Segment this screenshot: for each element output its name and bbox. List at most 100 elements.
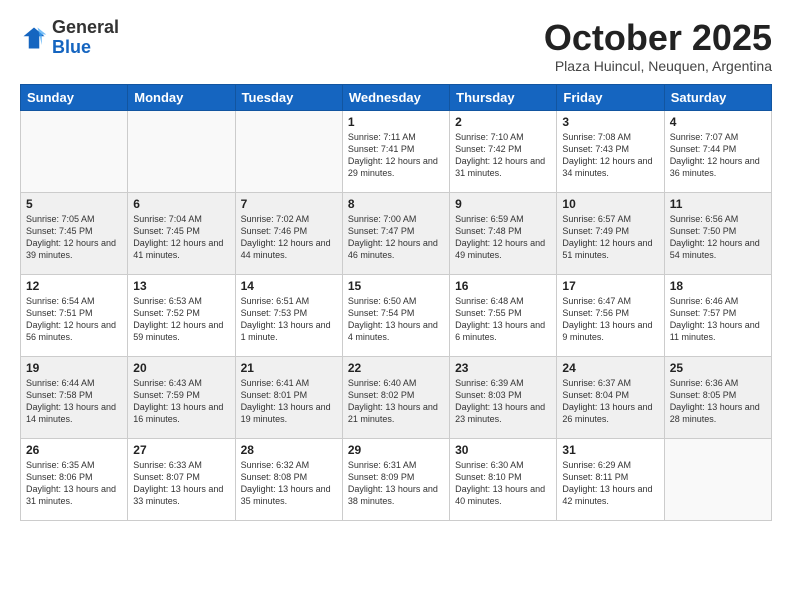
calendar-cell: 29Sunrise: 6:31 AM Sunset: 8:09 PM Dayli… (342, 438, 449, 520)
weekday-header-row: SundayMondayTuesdayWednesdayThursdayFrid… (21, 84, 772, 110)
day-number: 13 (133, 279, 229, 293)
calendar-cell: 19 Sunrise: 6:44 AM Sunset: 7:58 PM Dayli… (21, 356, 128, 438)
calendar-cell: 20 Sunrise: 6:43 AM Sunset: 7:59 PM Dayli… (128, 356, 235, 438)
calendar-cell (235, 110, 342, 192)
day-number: 5 (26, 197, 122, 211)
calendar-cell (128, 110, 235, 192)
day-info: Sunrise: 7:08 AM Sunset: 7:43 PM Dayligh… (562, 131, 658, 180)
day-info: Sunrise: 6:44 AM Sunset: 7:58 PM Dayligh… (26, 377, 122, 426)
calendar-cell: 21 Sunrise: 6:41 AM Sunset: 8:01 PM Dayli… (235, 356, 342, 438)
calendar-cell: 31 Sunrise: 6:29 AM Sunset: 8:11 PM Dayli… (557, 438, 664, 520)
day-number: 12 (26, 279, 122, 293)
day-info: Sunrise: 6:51 AM Sunset: 7:53 PM Dayligh… (241, 295, 337, 344)
calendar-cell: 11 Sunrise: 6:56 AM Sunset: 7:50 PM Dayli… (664, 192, 771, 274)
weekday-header-friday: Friday (557, 84, 664, 110)
subtitle: Plaza Huincul, Neuquen, Argentina (544, 58, 772, 74)
day-info: Sunrise: 7:04 AM Sunset: 7:45 PM Dayligh… (133, 213, 229, 262)
month-title: October 2025 (544, 18, 772, 58)
day-number: 17 (562, 279, 658, 293)
day-number: 28 (241, 443, 337, 457)
logo-general-text: General (52, 17, 119, 37)
day-info: Sunrise: 7:02 AM Sunset: 7:46 PM Dayligh… (241, 213, 337, 262)
calendar-cell: 8 Sunrise: 7:00 AM Sunset: 7:47 PM Daylig… (342, 192, 449, 274)
title-block: October 2025 Plaza Huincul, Neuquen, Arg… (544, 18, 772, 74)
day-number: 26 (26, 443, 122, 457)
weekday-header-wednesday: Wednesday (342, 84, 449, 110)
day-number: 23 (455, 361, 551, 375)
calendar-cell: 30 Sunrise: 6:30 AM Sunset: 8:10 PM Dayli… (450, 438, 557, 520)
calendar-cell (664, 438, 771, 520)
day-info: Sunrise: 6:39 AM Sunset: 8:03 PM Dayligh… (455, 377, 551, 426)
day-info: Sunrise: 6:50 AM Sunset: 7:54 PM Dayligh… (348, 295, 444, 344)
day-info: Sunrise: 6:43 AM Sunset: 7:59 PM Dayligh… (133, 377, 229, 426)
day-number: 19 (26, 361, 122, 375)
calendar-cell: 26Sunrise: 6:35 AM Sunset: 8:06 PM Dayli… (21, 438, 128, 520)
calendar-cell: 27 Sunrise: 6:33 AM Sunset: 8:07 PM Dayli… (128, 438, 235, 520)
day-info: Sunrise: 6:29 AM Sunset: 8:11 PM Dayligh… (562, 459, 658, 508)
day-info: Sunrise: 6:48 AM Sunset: 7:55 PM Dayligh… (455, 295, 551, 344)
calendar-cell: 28 Sunrise: 6:32 AM Sunset: 8:08 PM Dayli… (235, 438, 342, 520)
day-info: Sunrise: 7:00 AM Sunset: 7:47 PM Dayligh… (348, 213, 444, 262)
week-row-0: 1Sunrise: 7:11 AM Sunset: 7:41 PM Daylig… (21, 110, 772, 192)
calendar-cell: 13Sunrise: 6:53 AM Sunset: 7:52 PM Dayli… (128, 274, 235, 356)
week-row-2: 12Sunrise: 6:54 AM Sunset: 7:51 PM Dayli… (21, 274, 772, 356)
day-info: Sunrise: 6:36 AM Sunset: 8:05 PM Dayligh… (670, 377, 766, 426)
day-info: Sunrise: 6:56 AM Sunset: 7:50 PM Dayligh… (670, 213, 766, 262)
calendar-cell: 18 Sunrise: 6:46 AM Sunset: 7:57 PM Dayli… (664, 274, 771, 356)
calendar-cell: 2Sunrise: 7:10 AM Sunset: 7:42 PM Daylig… (450, 110, 557, 192)
calendar-cell: 9Sunrise: 6:59 AM Sunset: 7:48 PM Daylig… (450, 192, 557, 274)
weekday-header-thursday: Thursday (450, 84, 557, 110)
day-number: 9 (455, 197, 551, 211)
calendar-page: General Blue October 2025 Plaza Huincul,… (0, 0, 792, 612)
day-info: Sunrise: 6:47 AM Sunset: 7:56 PM Dayligh… (562, 295, 658, 344)
week-row-3: 19 Sunrise: 6:44 AM Sunset: 7:58 PM Dayli… (21, 356, 772, 438)
day-number: 18 (670, 279, 766, 293)
calendar-cell (21, 110, 128, 192)
day-number: 8 (348, 197, 444, 211)
page-header: General Blue October 2025 Plaza Huincul,… (20, 18, 772, 74)
logo-blue-text: Blue (52, 37, 91, 57)
calendar-cell: 24 Sunrise: 6:37 AM Sunset: 8:04 PM Dayli… (557, 356, 664, 438)
calendar-cell: 6 Sunrise: 7:04 AM Sunset: 7:45 PM Daylig… (128, 192, 235, 274)
day-info: Sunrise: 6:46 AM Sunset: 7:57 PM Dayligh… (670, 295, 766, 344)
weekday-header-saturday: Saturday (664, 84, 771, 110)
day-info: Sunrise: 6:30 AM Sunset: 8:10 PM Dayligh… (455, 459, 551, 508)
day-info: Sunrise: 6:31 AM Sunset: 8:09 PM Dayligh… (348, 459, 444, 508)
day-number: 16 (455, 279, 551, 293)
day-info: Sunrise: 7:10 AM Sunset: 7:42 PM Dayligh… (455, 131, 551, 180)
calendar-table: SundayMondayTuesdayWednesdayThursdayFrid… (20, 84, 772, 521)
day-number: 6 (133, 197, 229, 211)
day-number: 10 (562, 197, 658, 211)
calendar-cell: 3 Sunrise: 7:08 AM Sunset: 7:43 PM Daylig… (557, 110, 664, 192)
day-number: 20 (133, 361, 229, 375)
calendar-cell: 15 Sunrise: 6:50 AM Sunset: 7:54 PM Dayli… (342, 274, 449, 356)
day-number: 31 (562, 443, 658, 457)
day-number: 22 (348, 361, 444, 375)
day-number: 11 (670, 197, 766, 211)
day-info: Sunrise: 6:32 AM Sunset: 8:08 PM Dayligh… (241, 459, 337, 508)
day-info: Sunrise: 7:07 AM Sunset: 7:44 PM Dayligh… (670, 131, 766, 180)
calendar-cell: 22 Sunrise: 6:40 AM Sunset: 8:02 PM Dayli… (342, 356, 449, 438)
day-number: 24 (562, 361, 658, 375)
day-number: 27 (133, 443, 229, 457)
day-number: 21 (241, 361, 337, 375)
day-number: 3 (562, 115, 658, 129)
week-row-4: 26Sunrise: 6:35 AM Sunset: 8:06 PM Dayli… (21, 438, 772, 520)
day-number: 14 (241, 279, 337, 293)
day-number: 30 (455, 443, 551, 457)
logo: General Blue (20, 18, 119, 58)
day-number: 4 (670, 115, 766, 129)
day-number: 15 (348, 279, 444, 293)
day-info: Sunrise: 6:41 AM Sunset: 8:01 PM Dayligh… (241, 377, 337, 426)
calendar-cell: 12Sunrise: 6:54 AM Sunset: 7:51 PM Dayli… (21, 274, 128, 356)
day-info: Sunrise: 6:40 AM Sunset: 8:02 PM Dayligh… (348, 377, 444, 426)
day-info: Sunrise: 7:11 AM Sunset: 7:41 PM Dayligh… (348, 131, 444, 180)
calendar-cell: 1Sunrise: 7:11 AM Sunset: 7:41 PM Daylig… (342, 110, 449, 192)
day-number: 7 (241, 197, 337, 211)
calendar-cell: 16 Sunrise: 6:48 AM Sunset: 7:55 PM Dayli… (450, 274, 557, 356)
week-row-1: 5Sunrise: 7:05 AM Sunset: 7:45 PM Daylig… (21, 192, 772, 274)
calendar-cell: 7 Sunrise: 7:02 AM Sunset: 7:46 PM Daylig… (235, 192, 342, 274)
day-info: Sunrise: 6:37 AM Sunset: 8:04 PM Dayligh… (562, 377, 658, 426)
weekday-header-monday: Monday (128, 84, 235, 110)
day-info: Sunrise: 6:33 AM Sunset: 8:07 PM Dayligh… (133, 459, 229, 508)
